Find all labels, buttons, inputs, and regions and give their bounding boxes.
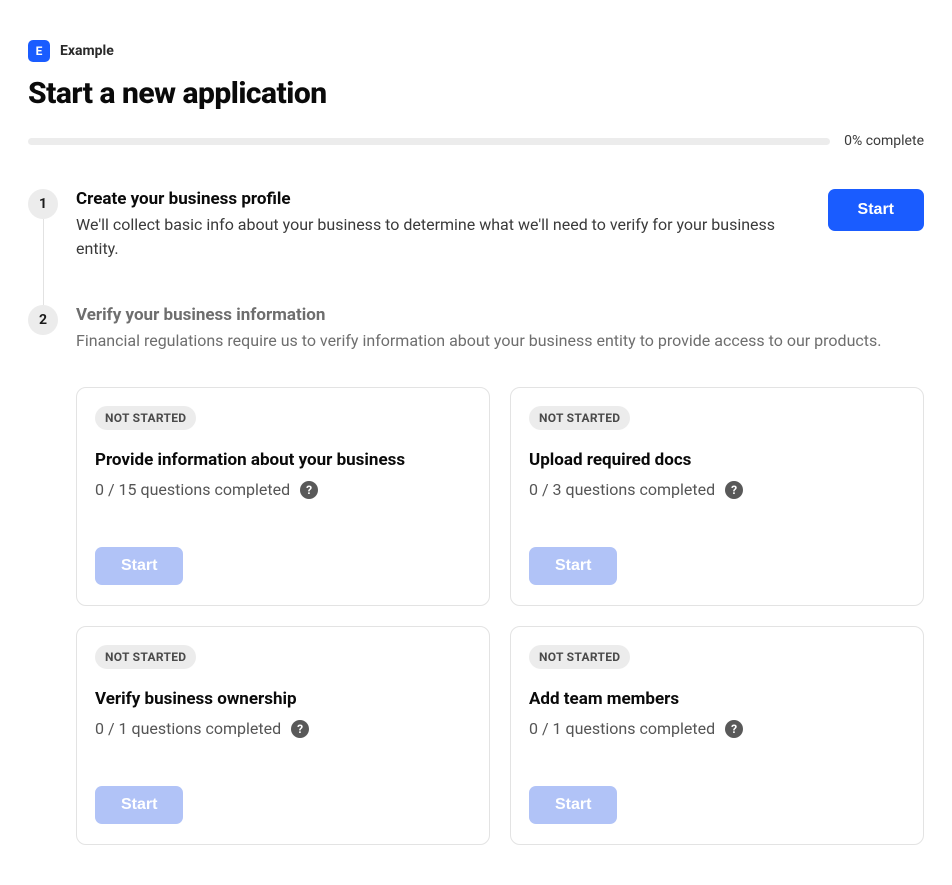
card-subtitle: 0 / 1 questions completed	[95, 719, 281, 738]
brand-row: E Example	[28, 40, 924, 62]
step-1-description: We'll collect basic info about your busi…	[76, 213, 808, 261]
card-subtitle: 0 / 15 questions completed	[95, 480, 290, 499]
card-start-button[interactable]: Start	[95, 786, 183, 824]
brand-badge: E	[28, 40, 50, 62]
card-verify-ownership: NOT STARTED Verify business ownership 0 …	[76, 626, 490, 845]
step-2-description: Financial regulations require us to veri…	[76, 329, 924, 353]
card-title: Add team members	[529, 689, 905, 709]
card-business-info: NOT STARTED Provide information about yo…	[76, 387, 490, 606]
card-title: Provide information about your business	[95, 450, 471, 470]
step-1: 1 Create your business profile We'll col…	[28, 189, 924, 261]
steps-list: 1 Create your business profile We'll col…	[28, 189, 924, 845]
step-1-start-button[interactable]: Start	[828, 189, 924, 231]
step-body-1: Create your business profile We'll colle…	[76, 189, 924, 261]
help-icon[interactable]: ?	[725, 720, 743, 738]
card-start-button[interactable]: Start	[529, 786, 617, 824]
status-badge: NOT STARTED	[95, 645, 196, 669]
card-subtitle: 0 / 3 questions completed	[529, 480, 715, 499]
step-2: 2 Verify your business information Finan…	[28, 305, 924, 845]
help-icon[interactable]: ?	[300, 481, 318, 499]
page-title: Start a new application	[28, 76, 924, 111]
step-2-heading: Verify your business information	[76, 305, 924, 325]
step-connector	[43, 219, 44, 305]
status-badge: NOT STARTED	[95, 406, 196, 430]
card-start-button[interactable]: Start	[529, 547, 617, 585]
card-title: Verify business ownership	[95, 689, 471, 709]
card-subtitle: 0 / 1 questions completed	[529, 719, 715, 738]
card-start-button[interactable]: Start	[95, 547, 183, 585]
step-1-heading: Create your business profile	[76, 189, 808, 209]
card-upload-docs: NOT STARTED Upload required docs 0 / 3 q…	[510, 387, 924, 606]
card-title: Upload required docs	[529, 450, 905, 470]
card-add-team-members: NOT STARTED Add team members 0 / 1 quest…	[510, 626, 924, 845]
status-badge: NOT STARTED	[529, 406, 630, 430]
help-icon[interactable]: ?	[291, 720, 309, 738]
step-marker-2: 2	[28, 305, 58, 335]
status-badge: NOT STARTED	[529, 645, 630, 669]
brand-name: Example	[60, 43, 114, 59]
step-marker-1: 1	[28, 189, 58, 219]
progress-bar	[28, 138, 830, 145]
step-body-2: Verify your business information Financi…	[76, 305, 924, 845]
cards-grid: NOT STARTED Provide information about yo…	[76, 387, 924, 845]
progress-label: 0% complete	[844, 133, 924, 149]
help-icon[interactable]: ?	[725, 481, 743, 499]
progress-row: 0% complete	[28, 133, 924, 149]
